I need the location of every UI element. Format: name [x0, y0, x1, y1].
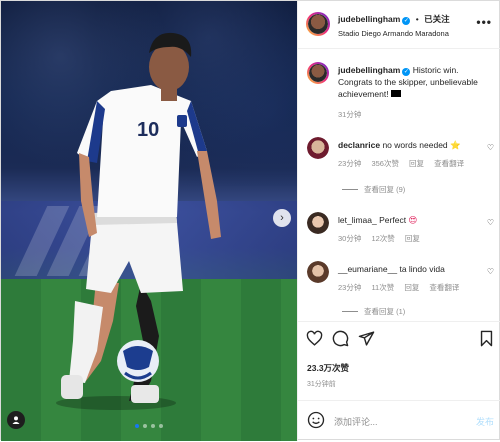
reply-button[interactable]: 回复	[405, 234, 420, 243]
post-actions: 23.3万次赞 31分钟前 添加评论... 发布	[298, 321, 500, 441]
comment-meta: 23分钟 11次赞 回复 查看翻译	[338, 282, 467, 293]
heart-icon[interactable]	[306, 330, 323, 347]
comment-text: Perfect	[379, 215, 407, 225]
like-comment-heart-icon[interactable]: ♡	[487, 218, 494, 227]
carousel-dot	[135, 424, 139, 428]
football-player: 10	[56, 32, 221, 410]
comment-username[interactable]: declanrice	[338, 140, 380, 150]
replies-line	[342, 311, 358, 312]
comment-username[interactable]: __eumariane__	[338, 264, 397, 274]
comment-likes[interactable]: 356次赞	[371, 159, 399, 168]
comment-icon[interactable]	[332, 330, 349, 347]
more-options-button[interactable]: •••	[476, 15, 492, 29]
share-icon[interactable]	[358, 330, 375, 347]
post-photo[interactable]: 10 ›	[1, 1, 297, 441]
post-comment-button[interactable]: 发布	[476, 415, 494, 428]
caption-text-block: judebellingham ✓ Historic win. Congrats t…	[338, 64, 486, 100]
header-title-line: judebellingham ✓ • 已关注	[338, 13, 450, 25]
comment-text-block: declanrice no words needed ⭐	[338, 139, 486, 151]
comment-input[interactable]: 添加评论...	[334, 415, 378, 428]
verified-badge-icon: ✓	[402, 17, 411, 25]
comment-meta: 30分钟 12次赞 回复	[338, 233, 428, 244]
reply-button[interactable]: 回复	[404, 283, 419, 292]
view-replies-button[interactable]: 查看回复 (9)	[342, 184, 405, 195]
post-details-panel: judebellingham ✓ • 已关注 Stadio Diego Arman…	[297, 1, 500, 441]
comment-likes[interactable]: 12次赞	[371, 234, 394, 243]
emoji-icon[interactable]	[307, 411, 325, 429]
author-avatar[interactable]	[307, 62, 329, 84]
tagged-users-button[interactable]	[7, 411, 25, 429]
following-button[interactable]: 已关注	[424, 14, 450, 24]
save-button[interactable]	[479, 330, 494, 347]
black-flag-emoji	[390, 90, 401, 97]
reply-button[interactable]: 回复	[409, 159, 424, 168]
svg-text:10: 10	[137, 119, 159, 141]
commenter-avatar[interactable]	[307, 137, 329, 159]
chevron-right-icon: ›	[280, 212, 284, 224]
like-comment-heart-icon[interactable]: ♡	[487, 267, 494, 276]
add-comment-bar: 添加评论... 发布	[298, 400, 500, 442]
author-avatar[interactable]	[306, 12, 330, 36]
comment-meta: 23分钟 356次赞 回复 查看翻译	[338, 158, 472, 169]
comment-username[interactable]: let_limaa_	[338, 215, 377, 225]
comment-text-block: let_limaa_ Perfect 😍	[338, 214, 486, 226]
commenter-avatar[interactable]	[307, 261, 329, 283]
caption-username[interactable]: judebellingham	[338, 65, 400, 75]
comment-time: 30分钟	[338, 234, 362, 243]
comments-list[interactable]: judebellingham ✓ Historic win. Congrats t…	[298, 50, 500, 320]
translate-button[interactable]: 查看翻译	[434, 159, 464, 168]
user-icon	[12, 416, 20, 424]
bookmark-icon	[480, 330, 493, 347]
post-header: judebellingham ✓ • 已关注 Stadio Diego Arman…	[298, 1, 500, 49]
commenter-avatar[interactable]	[307, 212, 329, 234]
next-image-button[interactable]: ›	[273, 209, 291, 227]
caption-time: 31分钟	[338, 110, 362, 119]
star-emoji: ⭐	[450, 140, 461, 150]
like-count[interactable]: 23.3万次赞	[307, 362, 349, 374]
comment-text: ta lindo vida	[399, 264, 445, 274]
author-username[interactable]: judebellingham	[338, 14, 400, 24]
post-location[interactable]: Stadio Diego Armando Maradona	[338, 29, 449, 38]
carousel-dot	[159, 424, 163, 428]
view-replies-label: 查看回复 (1)	[364, 307, 406, 316]
post-time: 31分钟前	[307, 381, 336, 388]
heart-eyes-emoji: 😍	[408, 215, 418, 225]
view-replies-button[interactable]: 查看回复 (1)	[342, 306, 405, 317]
comment-time: 23分钟	[338, 283, 362, 292]
carousel-dot	[151, 424, 155, 428]
verified-badge-icon: ✓	[402, 68, 411, 76]
action-icons	[306, 330, 375, 347]
comment-text: no words needed	[382, 140, 448, 150]
carousel-indicator	[135, 424, 163, 428]
post-modal: 10 › judebellingham ✓ • 已关注 Stadio Diego…	[0, 0, 500, 441]
view-replies-label: 查看回复 (9)	[364, 185, 406, 194]
carousel-dot	[143, 424, 147, 428]
comment-likes[interactable]: 11次赞	[371, 283, 394, 292]
like-comment-heart-icon[interactable]: ♡	[487, 143, 494, 152]
translate-button[interactable]: 查看翻译	[429, 283, 459, 292]
comment-text-block: __eumariane__ ta lindo vida	[338, 263, 486, 275]
comment-time: 23分钟	[338, 159, 362, 168]
separator-dot: •	[415, 14, 419, 24]
replies-line	[342, 189, 358, 190]
